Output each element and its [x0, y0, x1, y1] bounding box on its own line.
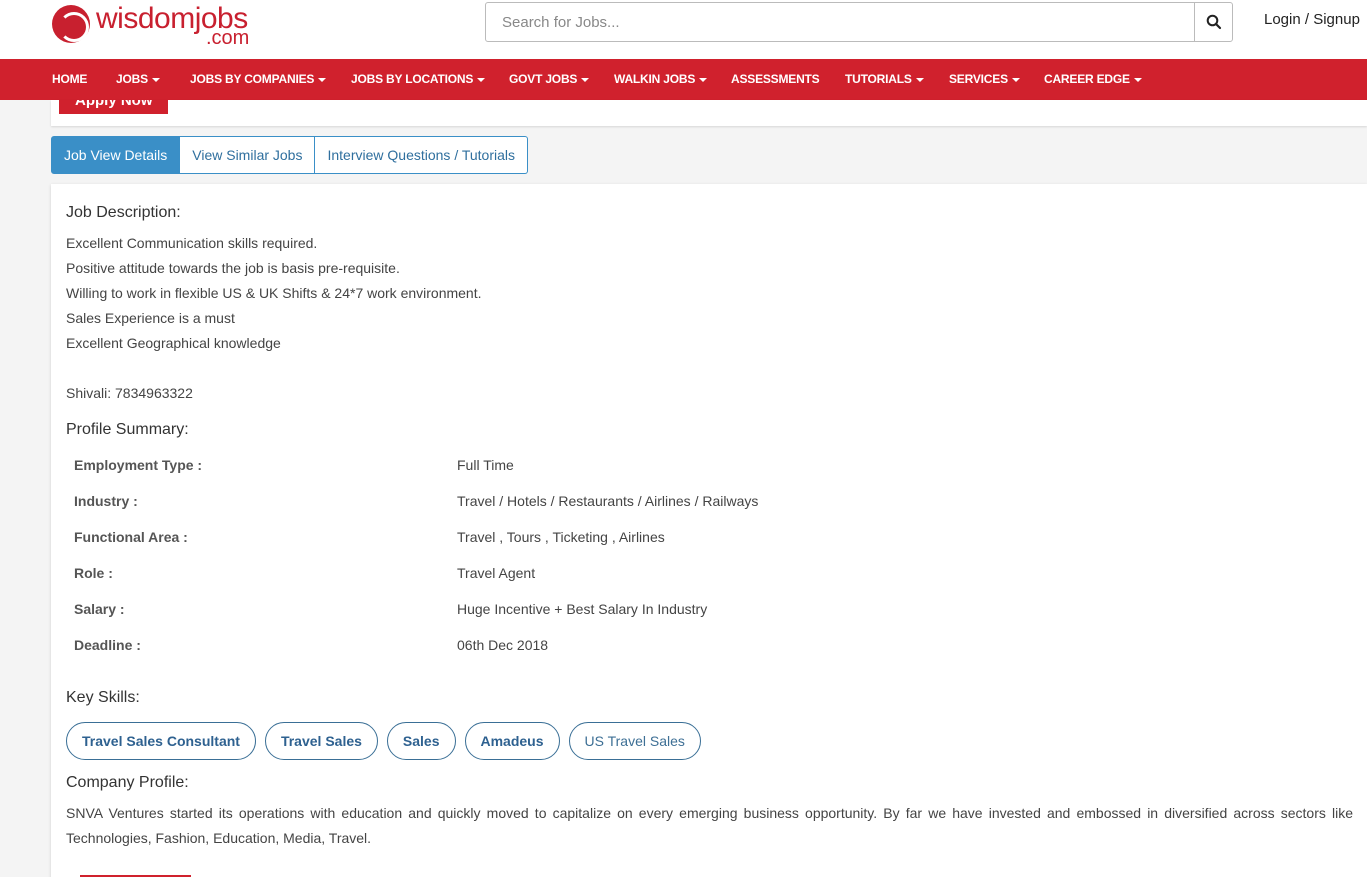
nav-tutorials-label: TUTORIALS — [845, 72, 912, 86]
main-nav: HOME JOBS JOBS BY COMPANIES JOBS BY LOCA… — [0, 59, 1367, 100]
search-input[interactable] — [486, 3, 1194, 41]
skill-tag[interactable]: Travel Sales — [264, 722, 378, 760]
nav-assessments-label: ASSESSMENTS — [731, 72, 820, 86]
nav-home-label: HOME — [52, 72, 88, 86]
caret-down-icon — [477, 77, 486, 82]
search-icon — [1206, 14, 1222, 30]
job-description-line: Willing to work in flexible US & UK Shif… — [66, 285, 482, 301]
search-button[interactable] — [1194, 3, 1233, 41]
wisdomjobs-logo-icon — [52, 5, 90, 43]
skill-tag[interactable]: Travel Sales Consultant — [66, 722, 256, 760]
nav-services[interactable]: SERVICES — [949, 72, 1020, 86]
nav-home[interactable]: HOME — [52, 72, 87, 86]
salary-value: Huge Incentive + Best Salary In Industry — [457, 601, 708, 617]
key-skills-list: Travel Sales Consultant Travel Sales Sal… — [66, 722, 710, 760]
key-skills-title: Key Skills: — [66, 689, 140, 706]
skill-tag[interactable]: Amadeus — [464, 722, 560, 760]
role-label: Role : — [74, 565, 113, 581]
nav-walkin-jobs[interactable]: WALKIN JOBS — [614, 72, 708, 86]
login-signup-link[interactable]: Login / Signup — [1264, 11, 1360, 28]
industry-label: Industry : — [74, 493, 138, 509]
job-description-line: Positive attitude towards the job is bas… — [66, 260, 400, 276]
job-description-line: Excellent Communication skills required. — [66, 235, 318, 251]
caret-down-icon — [151, 77, 160, 82]
profile-summary-title: Profile Summary: — [66, 421, 189, 438]
caret-down-icon — [915, 77, 924, 82]
nav-govt-jobs[interactable]: GOVT JOBS — [509, 72, 590, 86]
employment-type-label: Employment Type : — [74, 457, 203, 473]
nav-career-edge-label: CAREER EDGE — [1044, 72, 1130, 86]
site-header: wisdomjobs .com Login / Signup — [0, 0, 1367, 59]
logo-suffix: .com — [206, 27, 250, 49]
functional-area-label: Functional Area : — [74, 529, 188, 545]
nav-jobs-label: JOBS — [116, 72, 148, 86]
nav-jobs-by-companies-label: JOBS BY COMPANIES — [190, 72, 315, 86]
tab-job-view-details[interactable]: Job View Details — [51, 136, 181, 174]
nav-assessments[interactable]: ASSESSMENTS — [731, 72, 820, 86]
role-value: Travel Agent — [457, 565, 536, 581]
company-profile-title: Company Profile: — [66, 774, 189, 791]
job-details-card: Job Description: Excellent Communication… — [51, 184, 1367, 877]
skill-tag[interactable]: US Travel Sales — [568, 722, 701, 760]
caret-down-icon — [1011, 77, 1020, 82]
job-description-line: Sales Experience is a must — [66, 310, 235, 326]
company-profile-text: SNVA Ventures started its operations wit… — [66, 805, 1353, 846]
job-description-title: Job Description: — [66, 204, 181, 221]
nav-walkin-jobs-label: WALKIN JOBS — [614, 72, 696, 86]
tab-view-similar-jobs[interactable]: View Similar Jobs — [180, 136, 316, 174]
nav-jobs-by-locations[interactable]: JOBS BY LOCATIONS — [351, 72, 486, 86]
contact-info: Shivali: 7834963322 — [66, 385, 193, 401]
employment-type-value: Full Time — [457, 457, 514, 473]
caret-down-icon — [318, 77, 327, 82]
nav-career-edge[interactable]: CAREER EDGE — [1044, 72, 1142, 86]
search-box — [485, 2, 1233, 42]
site-logo[interactable]: wisdomjobs .com — [52, 2, 252, 49]
apply-now-label: Apply Now — [75, 100, 153, 109]
tab-interview-questions[interactable]: Interview Questions / Tutorials — [315, 136, 529, 174]
salary-label: Salary : — [74, 601, 125, 617]
caret-down-icon — [581, 77, 590, 82]
nav-tutorials[interactable]: TUTORIALS — [845, 72, 924, 86]
nav-jobs-by-locations-label: JOBS BY LOCATIONS — [351, 72, 474, 86]
apply-now-button[interactable]: Apply Now — [59, 100, 168, 114]
deadline-label: Deadline : — [74, 637, 141, 653]
nav-services-label: SERVICES — [949, 72, 1008, 86]
nav-govt-jobs-label: GOVT JOBS — [509, 72, 578, 86]
job-header-card: Apply Now — [51, 100, 1367, 126]
industry-value: Travel / Hotels / Restaurants / Airlines… — [457, 493, 759, 509]
job-description-line: Excellent Geographical knowledge — [66, 335, 281, 351]
functional-area-value: Travel , Tours , Ticketing , Airlines — [457, 529, 665, 545]
caret-down-icon — [1133, 77, 1142, 82]
job-tabs: Job View Details View Similar Jobs Inter… — [51, 136, 529, 174]
deadline-value: 06th Dec 2018 — [457, 637, 549, 653]
nav-jobs-by-companies[interactable]: JOBS BY COMPANIES — [190, 72, 327, 86]
skill-tag[interactable]: Sales — [386, 722, 456, 760]
nav-jobs[interactable]: JOBS — [116, 72, 160, 86]
caret-down-icon — [699, 77, 708, 82]
